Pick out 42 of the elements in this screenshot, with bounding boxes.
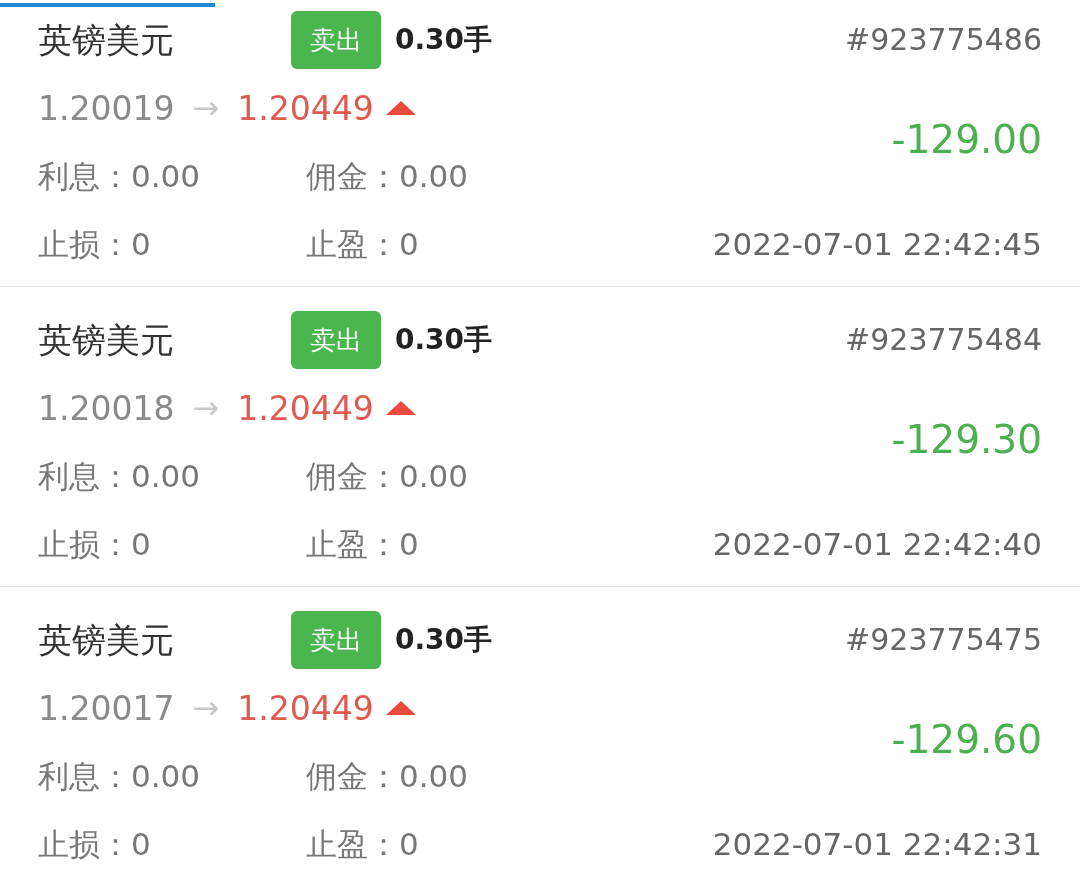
up-triangle-icon: [385, 401, 416, 415]
profit-value: -129.60: [891, 719, 1042, 759]
open-price: 1.20019: [38, 91, 175, 125]
up-triangle-icon: [385, 101, 416, 115]
take-profit-label: 止盈：0: [305, 528, 419, 560]
stop-loss-label: 止损：0: [38, 528, 151, 560]
commission-label: 佣金：0.00: [305, 760, 469, 792]
order-number: #923775484: [845, 325, 1042, 355]
profit-value: -129.30: [891, 419, 1042, 459]
side-badge: 卖出: [291, 311, 381, 369]
order-time: 2022-07-01 22:42:45: [712, 228, 1042, 260]
lot-size: 0.30手: [395, 326, 493, 354]
commission-label: 佣金：0.00: [305, 460, 469, 492]
current-price: 1.20449: [237, 691, 374, 725]
swap-label: 利息：0.00: [38, 760, 201, 792]
take-profit-label: 止盈：0: [305, 828, 419, 860]
arrow-glyph: →: [192, 92, 220, 124]
arrow-glyph: →: [192, 392, 220, 424]
side-badge: 卖出: [291, 11, 381, 69]
order-number: #923775486: [845, 25, 1042, 55]
order-number: #923775475: [845, 625, 1042, 655]
instrument-name: 英镑美元: [38, 323, 174, 357]
order-time: 2022-07-01 22:42:31: [712, 828, 1042, 860]
lot-size: 0.30手: [395, 26, 493, 54]
stop-loss-label: 止损：0: [38, 228, 151, 260]
current-price: 1.20449: [237, 91, 374, 125]
instrument-name: 英镑美元: [38, 23, 174, 57]
instrument-name: 英镑美元: [38, 623, 174, 657]
commission-label: 佣金：0.00: [305, 160, 469, 192]
open-price: 1.20017: [38, 691, 175, 725]
current-price: 1.20449: [237, 391, 374, 425]
open-price: 1.20018: [38, 391, 175, 425]
side-badge: 卖出: [291, 611, 381, 669]
up-triangle-icon: [385, 701, 416, 715]
lot-size: 0.30手: [395, 626, 493, 654]
profit-value: -129.00: [891, 119, 1042, 159]
swap-label: 利息：0.00: [38, 160, 201, 192]
take-profit-label: 止盈：0: [305, 228, 419, 260]
order-time: 2022-07-01 22:42:40: [712, 528, 1042, 560]
stop-loss-label: 止损：0: [38, 828, 151, 860]
swap-label: 利息：0.00: [38, 460, 201, 492]
arrow-glyph: →: [192, 692, 220, 724]
